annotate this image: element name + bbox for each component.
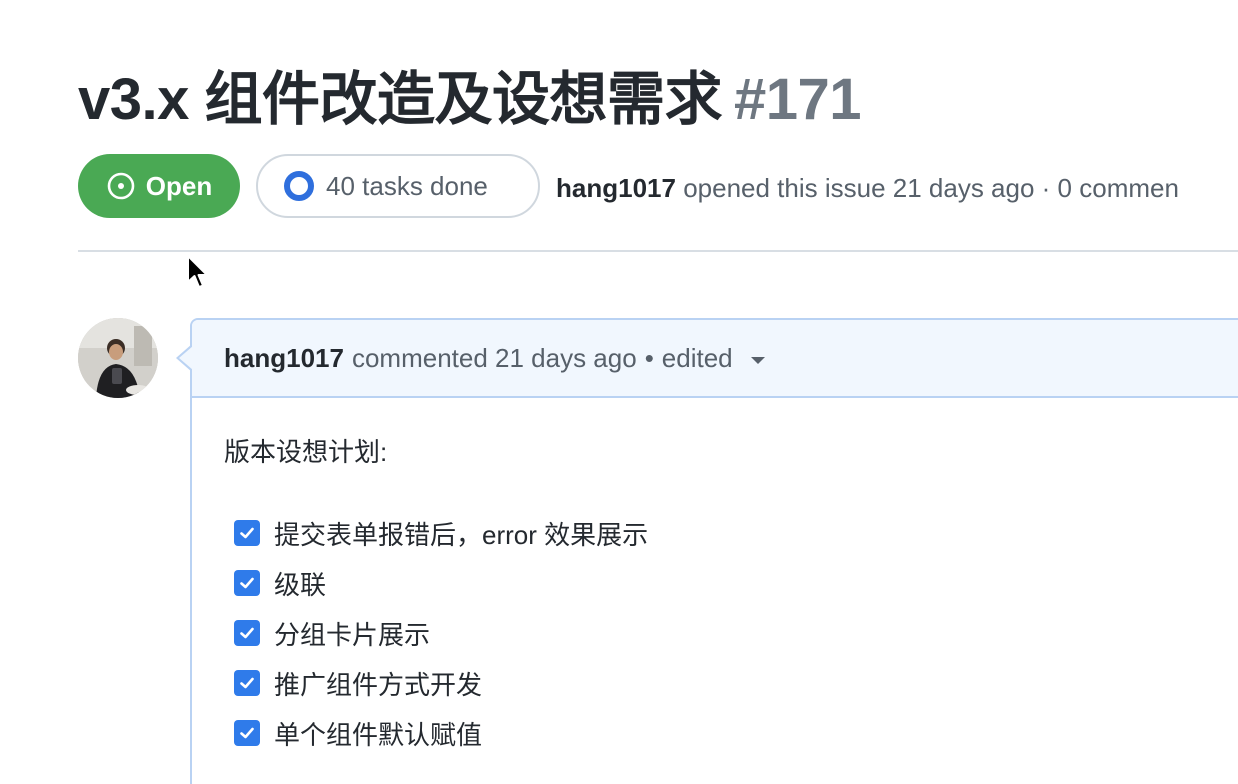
task-label: 提交表单报错后，error 效果展示 (274, 519, 649, 550)
mouse-cursor-icon (186, 254, 210, 295)
task-item: 分组卡片展示 (224, 608, 1238, 658)
task-checkbox[interactable] (234, 520, 260, 546)
comment-action[interactable]: commented 21 days ago (352, 343, 637, 374)
task-checkbox[interactable] (234, 570, 260, 596)
check-icon (240, 677, 254, 689)
issue-title-text: v3.x 组件改造及设想需求 (78, 67, 723, 132)
comment-author-link[interactable]: hang1017 (224, 343, 344, 374)
issue-state-badge: Open (78, 154, 240, 218)
comment-intro: 版本设想计划: (224, 437, 388, 467)
issue-author-link[interactable]: hang1017 (556, 173, 676, 203)
progress-ring-icon (284, 171, 314, 201)
check-icon (240, 527, 254, 539)
comment-pointer-fill (179, 346, 193, 370)
check-icon (240, 627, 254, 639)
chevron-down-icon[interactable] (750, 356, 765, 364)
avatar[interactable] (78, 318, 158, 398)
header-divider (78, 250, 1238, 252)
issue-state-label: Open (145, 170, 213, 201)
check-icon (240, 727, 254, 739)
task-item: 级联 (224, 558, 1238, 608)
issue-title: v3.x 组件改造及设想需求 #171 (78, 62, 862, 138)
check-icon (240, 577, 254, 589)
issue-opened-text: opened this issue 21 days ago · 0 commen (683, 173, 1179, 203)
task-label: 推广组件方式开发 (274, 669, 483, 700)
tasks-progress-pill[interactable]: 40 tasks done (256, 154, 540, 218)
task-item: 提交表单报错后，error 效果展示 (224, 508, 1238, 558)
task-item: 单个组件默认赋值 (224, 708, 1238, 758)
comment-edited-label[interactable]: edited (662, 343, 733, 374)
task-label: 级联 (274, 569, 327, 600)
comment-body: 版本设想计划: 提交表单报错后，error 效果展示 级联 分组卡片展示 推广组… (192, 398, 1238, 758)
issue-meta: hang1017 opened this issue 21 days ago ·… (556, 168, 1179, 208)
issue-open-icon (106, 171, 136, 201)
comment-header: hang1017 commented 21 days ago • edited (192, 320, 1238, 398)
task-label: 分组卡片展示 (274, 619, 431, 650)
task-item: 推广组件方式开发 (224, 658, 1238, 708)
task-checkbox[interactable] (234, 620, 260, 646)
comment-separator: • (644, 342, 654, 373)
task-label: 单个组件默认赋值 (274, 719, 483, 750)
issue-page: v3.x 组件改造及设想需求 #171 Open 40 tasks done ha… (0, 0, 1238, 784)
task-list: 提交表单报错后，error 效果展示 级联 分组卡片展示 推广组件方式开发 单个… (224, 508, 1238, 758)
comment-box: hang1017 commented 21 days ago • edited … (190, 318, 1238, 784)
task-checkbox[interactable] (234, 720, 260, 746)
issue-number: #171 (734, 67, 862, 132)
tasks-done-label: 40 tasks done (326, 170, 488, 201)
task-checkbox[interactable] (234, 670, 260, 696)
